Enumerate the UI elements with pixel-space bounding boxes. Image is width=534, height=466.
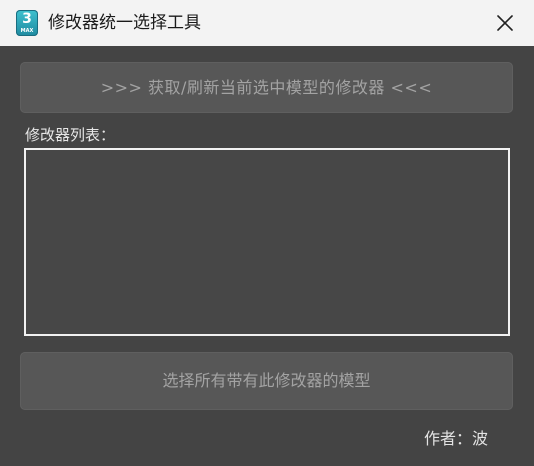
author-label: 作者：波	[424, 429, 489, 448]
3dsmax-app-icon: 3 MAX	[16, 10, 38, 36]
title-bar[interactable]: 3 MAX 修改器统一选择工具	[0, 0, 534, 46]
close-button[interactable]	[486, 4, 524, 42]
select-models-button[interactable]: 选择所有带有此修改器的模型	[20, 352, 513, 410]
app-window: 3 MAX 修改器统一选择工具 >>> 获取/刷新当前选中模型的修改器 <<< …	[0, 0, 534, 466]
window-title: 修改器统一选择工具	[48, 13, 201, 33]
modifier-list[interactable]	[24, 148, 510, 336]
app-icon-label: MAX	[20, 28, 34, 34]
app-icon-number: 3	[22, 11, 32, 27]
modifier-list-label: 修改器列表：	[25, 126, 116, 144]
refresh-modifiers-button[interactable]: >>> 获取/刷新当前选中模型的修改器 <<<	[20, 62, 513, 113]
close-icon	[497, 15, 513, 31]
